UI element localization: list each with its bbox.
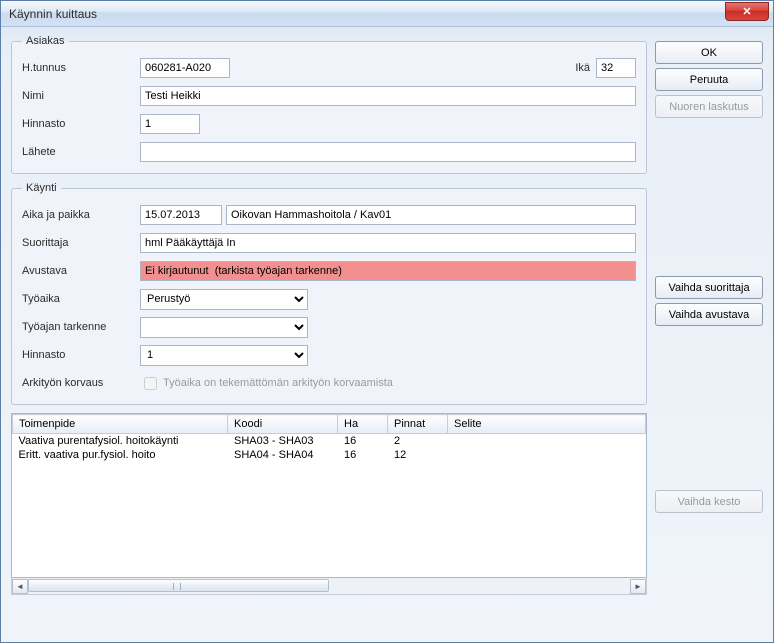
nuoren-laskutus-button: Nuoren laskutus — [655, 95, 763, 118]
lahete-field[interactable] — [140, 142, 636, 162]
cell-selite — [448, 434, 646, 449]
suorittaja-field[interactable] — [140, 233, 636, 253]
cell-toimenpide: Vaativa purentafysiol. hoitokäynti — [13, 434, 228, 449]
cell-ha: 16 — [338, 434, 388, 449]
arkityo-label: Arkityön korvaus — [22, 377, 140, 389]
close-button[interactable]: ✕ — [725, 2, 769, 21]
suorittaja-label: Suorittaja — [22, 237, 140, 249]
asiakas-group: Asiakas H.tunnus Ikä Nimi Hinnasto — [11, 35, 647, 174]
avustava-field[interactable] — [140, 261, 636, 281]
ika-label: Ikä — [560, 62, 590, 74]
tyoaika-select[interactable]: Perustyö — [140, 289, 308, 310]
cell-koodi: SHA04 - SHA04 — [228, 448, 338, 462]
aika-place-field[interactable] — [226, 205, 636, 225]
horizontal-scrollbar[interactable]: ◄ ► — [11, 578, 647, 595]
asiakas-legend: Asiakas — [22, 35, 69, 47]
col-pinnat[interactable]: Pinnat — [388, 415, 448, 434]
col-ha[interactable]: Ha — [338, 415, 388, 434]
scroll-track[interactable] — [28, 579, 630, 594]
toimenpide-table[interactable]: Toimenpide Koodi Ha Pinnat Selite Vaativ… — [12, 414, 646, 462]
window-title: Käynnin kuittaus — [9, 7, 97, 21]
toimenpide-table-wrap: Toimenpide Koodi Ha Pinnat Selite Vaativ… — [11, 413, 647, 578]
htunnus-field[interactable] — [140, 58, 230, 78]
col-toimenpide[interactable]: Toimenpide — [13, 415, 228, 434]
kaynti-group: Käynti Aika ja paikka Suorittaja Avustav… — [11, 182, 647, 405]
kaynti-hinnasto-select[interactable]: 1 — [140, 345, 308, 366]
lahete-label: Lähete — [22, 146, 140, 158]
kaynti-hinnasto-label: Hinnasto — [22, 349, 140, 361]
vaihda-avustava-button[interactable]: Vaihda avustava — [655, 303, 763, 326]
vaihda-suorittaja-button[interactable]: Vaihda suorittaja — [655, 276, 763, 299]
cell-koodi: SHA03 - SHA03 — [228, 434, 338, 449]
nimi-field[interactable] — [140, 86, 636, 106]
cell-selite — [448, 448, 646, 462]
table-row[interactable]: Eritt. vaativa pur.fysiol. hoitoSHA04 - … — [13, 448, 646, 462]
cell-toimenpide: Eritt. vaativa pur.fysiol. hoito — [13, 448, 228, 462]
arkityo-checkbox-label: Työaika on tekemättömän arkityön korvaam… — [163, 377, 393, 389]
htunnus-label: H.tunnus — [22, 62, 140, 74]
cell-pinnat: 12 — [388, 448, 448, 462]
scroll-left-icon[interactable]: ◄ — [12, 579, 28, 594]
nimi-label: Nimi — [22, 90, 140, 102]
tyoaika-label: Työaika — [22, 293, 140, 305]
arkityo-checkbox — [144, 377, 157, 390]
tyotarkenne-label: Työajan tarkenne — [22, 321, 140, 333]
avustava-label: Avustava — [22, 265, 140, 277]
asiakas-hinnasto-label: Hinnasto — [22, 118, 140, 130]
table-row[interactable]: Vaativa purentafysiol. hoitokäyntiSHA03 … — [13, 434, 646, 449]
close-icon: ✕ — [742, 5, 751, 18]
col-koodi[interactable]: Koodi — [228, 415, 338, 434]
ika-field[interactable] — [596, 58, 636, 78]
cell-pinnat: 2 — [388, 434, 448, 449]
asiakas-hinnasto-field[interactable] — [140, 114, 200, 134]
dialog-window: Käynnin kuittaus ✕ Asiakas H.tunnus Ikä … — [0, 0, 774, 643]
kaynti-legend: Käynti — [22, 182, 61, 194]
aika-date-field[interactable] — [140, 205, 222, 225]
titlebar: Käynnin kuittaus ✕ — [1, 1, 773, 27]
scroll-thumb[interactable] — [28, 579, 329, 592]
aika-label: Aika ja paikka — [22, 209, 140, 221]
cancel-button[interactable]: Peruuta — [655, 68, 763, 91]
vaihda-kesto-button: Vaihda kesto — [655, 490, 763, 513]
col-selite[interactable]: Selite — [448, 415, 646, 434]
ok-button[interactable]: OK — [655, 41, 763, 64]
tyotarkenne-select[interactable] — [140, 317, 308, 338]
cell-ha: 16 — [338, 448, 388, 462]
scroll-right-icon[interactable]: ► — [630, 579, 646, 594]
